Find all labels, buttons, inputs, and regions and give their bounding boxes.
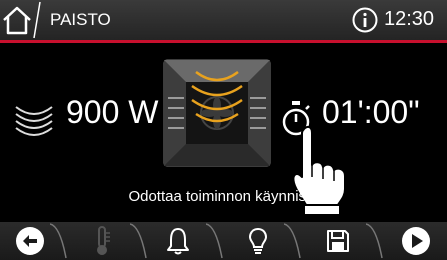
thermometer-icon: [97, 226, 110, 255]
bottom-divider: [130, 223, 147, 259]
oven-grill-icon: [163, 59, 271, 167]
accent-divider: [0, 40, 447, 43]
page-title: PAISTO: [50, 10, 111, 29]
bottom-divider: [366, 223, 383, 259]
bottom-divider: [50, 223, 67, 259]
play-icon: [402, 227, 430, 255]
lightbulb-icon: [248, 227, 268, 254]
bottom-divider: [206, 223, 223, 259]
home-icon: [3, 1, 41, 39]
power-value[interactable]: 900 W: [66, 94, 158, 131]
save-icon: [327, 230, 349, 252]
oven-illustration: [162, 58, 272, 168]
microwave-wave-icon: [15, 106, 53, 136]
bottom-bar: [0, 222, 447, 260]
start-button[interactable]: [386, 222, 446, 260]
bell-icon: [167, 228, 189, 255]
power-control[interactable]: [10, 95, 58, 143]
bottom-divider: [284, 223, 301, 259]
back-arrow-icon: [16, 227, 44, 255]
temperature-button: [72, 222, 132, 260]
status-message: Odottaa toiminnon käynnistä: [128, 188, 319, 205]
info-button[interactable]: [352, 7, 378, 33]
light-button[interactable]: [228, 222, 288, 260]
info-icon: [352, 7, 378, 33]
home-button[interactable]: [0, 0, 48, 40]
save-button[interactable]: [308, 222, 368, 260]
alarm-button[interactable]: [148, 222, 208, 260]
clock: 12:30: [384, 8, 435, 30]
